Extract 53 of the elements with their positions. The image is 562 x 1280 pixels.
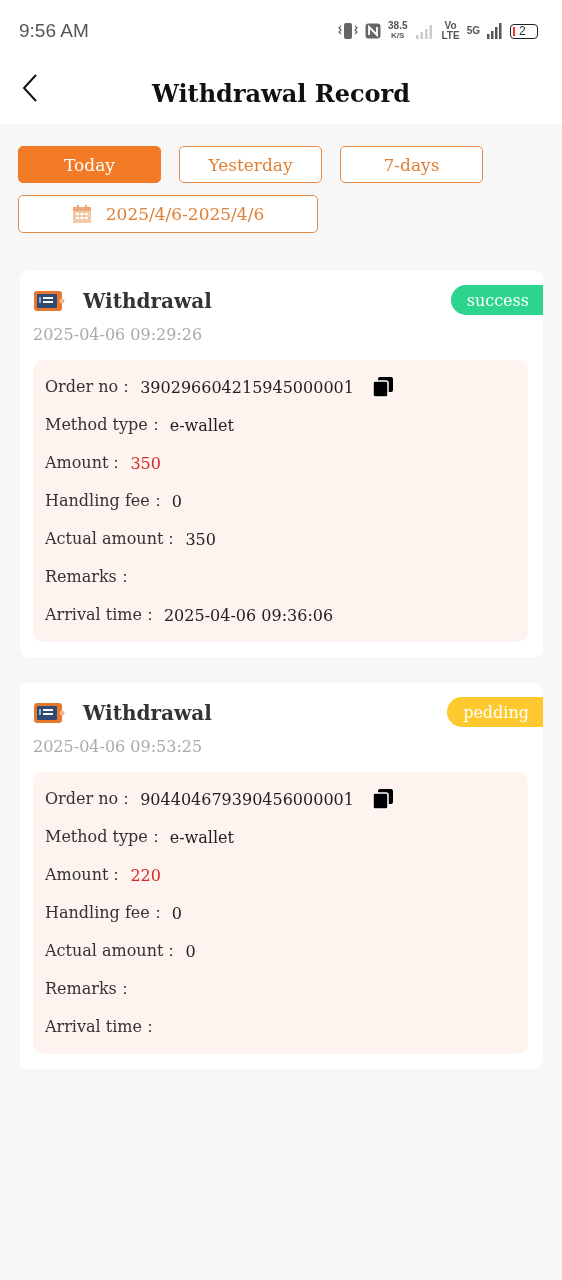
copy-icon[interactable] [371, 376, 394, 398]
field-label: Remarks： [45, 566, 133, 588]
field-value: 2025-04-06 09:36:06 [163, 605, 334, 625]
wallet-icon [33, 701, 65, 725]
signal-icon [487, 23, 503, 39]
date-range-picker[interactable]: 2025/4/6-2025/4/6 [18, 195, 318, 233]
field-value: 0 [171, 491, 182, 511]
field-value: 390296604215945000001 [140, 377, 354, 397]
back-icon[interactable] [22, 74, 38, 102]
field-label: Order no： [45, 788, 135, 810]
field-value: 0 [185, 941, 196, 961]
field-value: 220 [130, 865, 161, 885]
field-value: e-wallet [169, 415, 234, 435]
field-label: Actual amount： [45, 528, 180, 550]
record-title: Withdrawal [83, 289, 212, 313]
speed-unit: K/S [391, 31, 405, 41]
field-label: Handling fee： [45, 490, 166, 512]
field-label: Arrival time： [45, 604, 158, 626]
field-label: Amount： [45, 864, 125, 886]
filter-tab[interactable]: Yesterday [179, 146, 322, 183]
field-value: 350 [185, 529, 216, 549]
field-label: Amount： [45, 452, 125, 474]
field-value: e-wallet [169, 827, 234, 847]
field-label: Actual amount： [45, 940, 180, 962]
filter-tab[interactable]: Today [18, 146, 161, 183]
page-title: Withdrawal Record [151, 78, 411, 108]
calendar-icon [71, 204, 92, 224]
status-badge: success [450, 285, 543, 315]
wallet-icon [33, 289, 65, 313]
filter-tab[interactable]: 7-days [340, 146, 483, 183]
record-time: 2025-04-06 09:53:25 [33, 737, 204, 756]
field-label: Method type： [45, 826, 164, 848]
copy-icon[interactable] [371, 788, 394, 810]
nfc-icon [365, 23, 382, 39]
field-label: Remarks： [45, 978, 133, 1000]
field-value: 0 [171, 903, 182, 923]
field-label: Arrival time： [45, 1016, 158, 1038]
signal-icon [414, 23, 435, 39]
battery-level: 2 [519, 24, 526, 38]
field-label: Handling fee： [45, 902, 166, 924]
status-badge: pedding [447, 697, 543, 727]
lte-label: LTE [441, 31, 460, 41]
speed-value: 38.5 [388, 21, 408, 31]
network-label: 5G [466, 26, 480, 36]
field-label: Order no： [45, 376, 135, 398]
field-value: 350 [130, 453, 161, 473]
record-title: Withdrawal [83, 701, 212, 725]
field-label: Method type： [45, 414, 164, 436]
status-time: 9:56 AM [19, 20, 89, 42]
volte-label: Vo [444, 21, 457, 31]
vibrate-icon [338, 22, 359, 40]
field-value: 904404679390456000001 [140, 789, 354, 809]
record-time: 2025-04-06 09:29:26 [33, 325, 204, 344]
